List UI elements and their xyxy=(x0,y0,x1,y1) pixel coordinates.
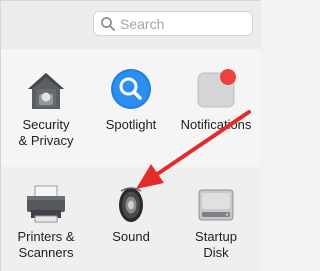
search-placeholder: Search xyxy=(120,15,165,32)
search-icon xyxy=(101,16,115,31)
security-house-icon xyxy=(24,69,68,113)
toolbar: Search xyxy=(1,1,261,49)
notifications-icon xyxy=(194,67,238,111)
search-field[interactable]: Search xyxy=(93,11,253,36)
speaker-icon xyxy=(109,181,153,225)
system-preferences-window: Search Security & Privacy Spotlight Noti… xyxy=(0,0,261,271)
hard-disk-icon xyxy=(194,182,238,226)
printer-icon xyxy=(24,182,68,226)
preferences-section-2: Printers & Scanners Sound Startup Disk xyxy=(1,167,261,271)
pref-label: Notifications xyxy=(180,117,252,132)
preferences-section-1: Security & Privacy Spotlight Notificatio… xyxy=(1,49,261,167)
pref-label: Spotlight xyxy=(105,117,157,132)
pref-label: Sound xyxy=(112,229,150,244)
pref-label: Printers & Scanners xyxy=(17,229,75,260)
pref-label: Security & Privacy xyxy=(18,117,74,148)
spotlight-magnifier-icon xyxy=(109,67,153,111)
pref-label: Startup Disk xyxy=(195,229,237,260)
